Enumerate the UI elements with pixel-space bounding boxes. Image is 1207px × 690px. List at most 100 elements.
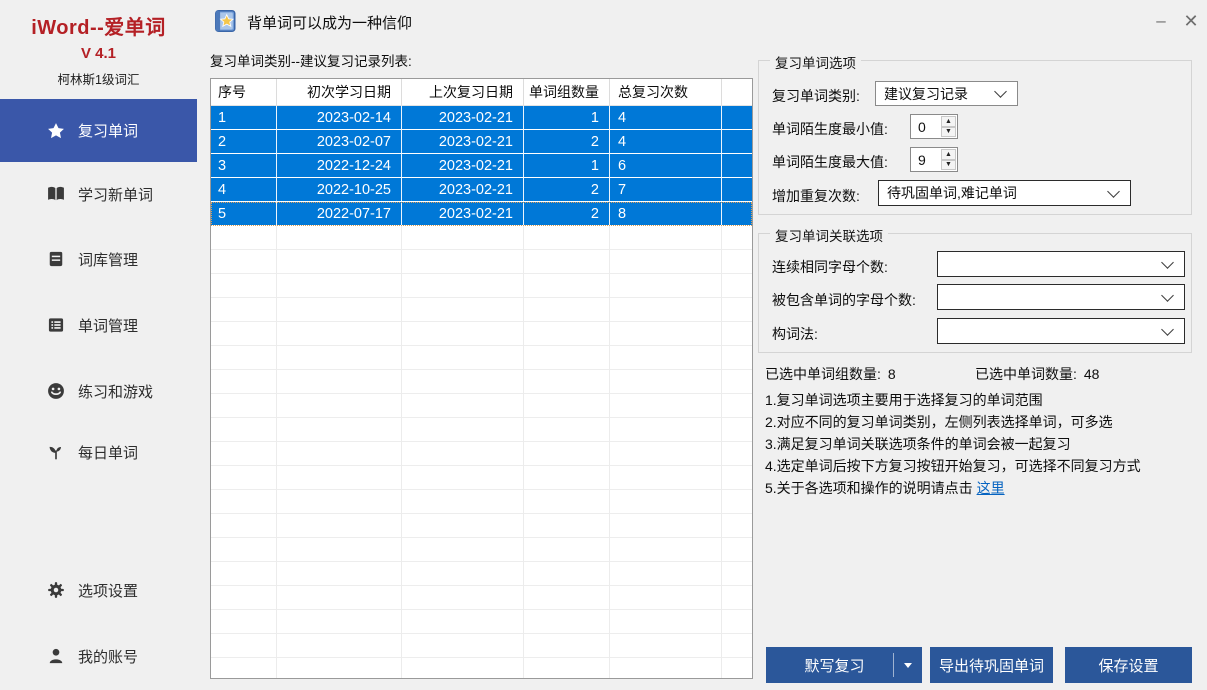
table-cell-filler [722,154,752,178]
sidebar-item-option-settings[interactable]: 选项设置 [0,570,197,610]
sidebar-item-label: 学习新单词 [78,184,153,205]
related-options-legend: 复习单词关联选项 [770,225,888,245]
table-empty-row[interactable] [211,226,752,250]
table-empty-row[interactable] [211,250,752,274]
chevron-down-icon [1161,289,1174,302]
table-empty-row[interactable] [211,322,752,346]
save-settings-button[interactable]: 保存设置 [1065,647,1192,683]
column-header[interactable]: 初次学习日期 [277,79,402,106]
instruction-line: 2.对应不同的复习单词类别，左侧列表选择单词，可多选 [765,412,1113,432]
table-empty-row[interactable] [211,466,752,490]
table-cell: 7 [610,178,722,202]
table-cell: 3 [211,154,277,178]
table-empty-row[interactable] [211,562,752,586]
table-cell: 8 [610,202,722,226]
table-cell: 2023-02-21 [402,202,524,226]
table-empty-row[interactable] [211,514,752,538]
sidebar-item-label: 每日单词 [78,442,138,463]
table-empty-row[interactable] [211,370,752,394]
table-empty-row[interactable] [211,274,752,298]
sidebar-item-label: 我的账号 [78,646,138,667]
column-header-filler [722,79,752,106]
table-empty-row[interactable] [211,634,752,658]
table-row[interactable]: 52022-07-172023-02-2128 [211,202,752,226]
table-cell: 2023-02-14 [277,106,402,130]
max-unfamiliarity-stepper[interactable]: 9 ▲ ▼ [910,147,958,172]
table-row[interactable]: 32022-12-242023-02-2116 [211,154,752,178]
list-title: 复习单词类别--建议复习记录列表: [210,50,412,70]
contained-word-letter-count-select[interactable] [937,284,1185,310]
app-branding: iWord--爱单词 V 4.1 柯林斯1级词汇 [0,0,197,88]
same-letter-count-select[interactable] [937,251,1185,277]
instruction-line: 5.关于各选项和操作的说明请点击 这里 [765,478,1005,498]
word-formation-select[interactable] [937,318,1185,344]
table-cell: 5 [211,202,277,226]
sidebar-item-practice-games[interactable]: 练习和游戏 [0,371,197,411]
smiley-icon [46,381,66,401]
table-empty-row[interactable] [211,538,752,562]
max-unfamiliarity-value: 9 [911,148,940,171]
column-header[interactable]: 上次复习日期 [402,79,524,106]
list-icon [46,315,66,335]
table-row[interactable]: 12023-02-142023-02-2114 [211,106,752,130]
book-icon [46,249,66,269]
review-records-table[interactable]: 序号初次学习日期上次复习日期单词组数量总复习次数12023-02-142023-… [210,78,753,679]
min-unfamiliarity-stepper[interactable]: 0 ▲ ▼ [910,114,958,139]
spin-up-icon[interactable]: ▲ [941,149,956,160]
table-empty-row[interactable] [211,490,752,514]
table-cell: 2022-12-24 [277,154,402,178]
table-cell: 2 [524,130,610,154]
table-empty-row[interactable] [211,394,752,418]
spin-up-icon[interactable]: ▲ [941,116,956,127]
table-empty-row[interactable] [211,346,752,370]
column-header[interactable]: 序号 [211,79,277,106]
review-mode-dropdown-arrow[interactable] [894,663,922,668]
table-empty-row[interactable] [211,586,752,610]
spin-down-icon[interactable]: ▼ [941,127,956,138]
column-header[interactable]: 总复习次数 [610,79,722,106]
app-version: V 4.1 [0,45,197,62]
spin-down-icon[interactable]: ▼ [941,160,956,171]
table-cell: 2023-02-21 [402,130,524,154]
chevron-down-icon [1161,323,1174,336]
gear-icon [46,580,66,600]
table-cell: 2022-07-17 [277,202,402,226]
app-title: iWord--爱单词 [0,11,197,40]
instruction-line: 3.满足复习单词关联选项条件的单词会被一起复习 [765,434,1071,454]
table-empty-row[interactable] [211,610,752,634]
instruction-line: 1.复习单词选项主要用于选择复习的单词范围 [765,390,1043,410]
word-formation-label: 构词法: [772,324,818,344]
help-link[interactable]: 这里 [977,480,1005,496]
table-empty-row[interactable] [211,298,752,322]
category-select[interactable]: 建议复习记录 [875,81,1018,106]
column-header[interactable]: 单词组数量 [524,79,610,106]
export-words-button[interactable]: 导出待巩固单词 [930,647,1053,683]
person-icon [46,646,66,666]
sidebar-item-lexicon-management[interactable]: 词库管理 [0,239,197,279]
table-row[interactable]: 22023-02-072023-02-2124 [211,130,752,154]
table-row[interactable]: 42022-10-252023-02-2127 [211,178,752,202]
dictation-review-split-button[interactable]: 默写复习 [766,647,922,683]
max-unfamiliarity-label: 单词陌生度最大值: [772,152,888,172]
table-empty-row[interactable] [211,658,752,679]
sidebar-item-learn-new-words[interactable]: 学习新单词 [0,174,197,214]
table-cell: 1 [524,154,610,178]
same-letter-count-label: 连续相同字母个数: [772,257,888,277]
sprout-icon [46,442,66,462]
sidebar-item-label: 复习单词 [78,120,138,141]
sidebar-item-review-words[interactable]: 复习单词 [0,99,197,162]
app-motto: 背单词可以成为一种信仰 [247,12,412,33]
table-cell: 2 [211,130,277,154]
minimize-button[interactable]: – [1146,6,1176,36]
close-button[interactable]: ✕ [1176,6,1206,36]
sidebar-item-my-account[interactable]: 我的账号 [0,636,197,676]
table-empty-row[interactable] [211,418,752,442]
table-empty-row[interactable] [211,442,752,466]
repeat-count-select[interactable]: 待巩固单词,难记单词 [878,180,1131,206]
review-options-legend: 复习单词选项 [770,52,861,72]
sidebar-item-word-management[interactable]: 单词管理 [0,305,197,345]
table-cell: 4 [610,106,722,130]
table-cell: 2 [524,178,610,202]
selected-words-count: 已选中单词数量:48 [975,364,1099,384]
sidebar-item-daily-words[interactable]: 每日单词 [0,432,197,472]
